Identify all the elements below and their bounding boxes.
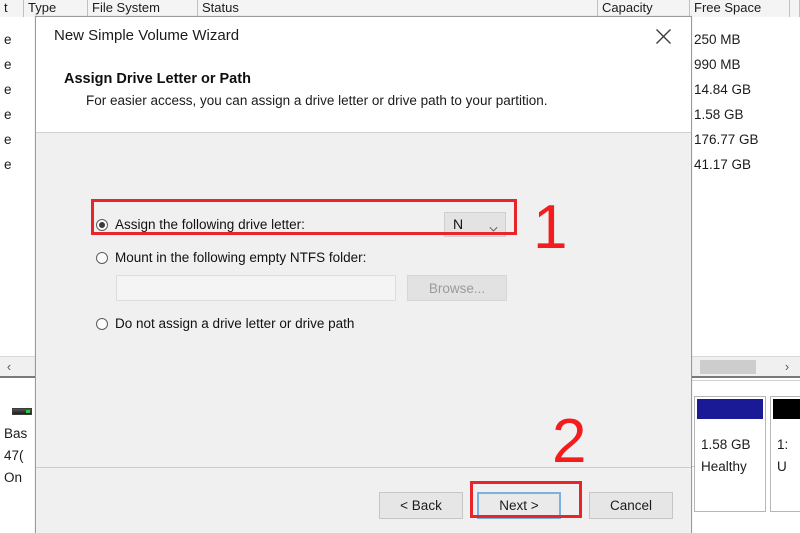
drive-letter-value: N [453, 216, 464, 232]
dialog-title: New Simple Volume Wizard [54, 27, 240, 44]
volume-free-space: 990 MB [694, 57, 741, 72]
mount-path-input[interactable] [116, 275, 396, 301]
browse-button[interactable]: Browse... [407, 275, 507, 301]
disk-drive-icon [12, 408, 32, 415]
column-header-status[interactable]: Status [198, 0, 598, 17]
scroll-right-arrow-icon[interactable]: › [778, 357, 796, 377]
partition-status: U [777, 459, 787, 474]
back-button[interactable]: < Back [379, 492, 463, 519]
dialog-footer: < Back Next > Cancel [36, 467, 691, 533]
volume-name: e [4, 57, 12, 72]
option-label: Mount in the following empty NTFS folder… [115, 250, 367, 265]
disk-info-rail[interactable]: Bas 47( On [0, 378, 38, 533]
column-header-file-system[interactable]: File System [88, 0, 198, 17]
dialog-body: Assign the following drive letter: N Mou… [36, 133, 691, 467]
close-button[interactable] [641, 17, 685, 55]
chevron-down-icon [489, 221, 498, 232]
disk-size-label: 47( [4, 448, 24, 463]
volume-name: e [4, 32, 12, 47]
partition-block[interactable]: 1.58 GB Healthy [694, 396, 766, 512]
partition-block[interactable]: 1: U [770, 396, 800, 512]
column-header-free-space[interactable]: Free Space [690, 0, 790, 17]
volume-name: e [4, 82, 12, 97]
radio-assign-drive-letter[interactable] [96, 219, 108, 231]
volume-name: e [4, 107, 12, 122]
screenshot-root: t Type File System Status Capacity Free … [0, 0, 800, 533]
radio-do-not-assign[interactable] [96, 318, 108, 330]
new-simple-volume-wizard-dialog: New Simple Volume Wizard Assign Drive Le… [35, 16, 692, 533]
next-button-label: Next > [499, 498, 539, 513]
partition-size: 1: [777, 437, 789, 452]
option-label: Do not assign a drive letter or drive pa… [115, 316, 355, 331]
volume-free-space: 176.77 GB [694, 132, 759, 147]
dialog-title-bar[interactable]: New Simple Volume Wizard [36, 17, 691, 55]
disk-type-label: Bas [4, 426, 28, 441]
close-icon [655, 28, 672, 45]
column-header-capacity[interactable]: Capacity [598, 0, 690, 17]
volume-name: e [4, 132, 12, 147]
column-header-name[interactable]: t [0, 0, 24, 17]
volume-free-space: 41.17 GB [694, 157, 752, 172]
volume-name: e [4, 157, 12, 172]
partition-size: 1.58 GB [701, 437, 751, 452]
volume-list-header: t Type File System Status Capacity Free … [0, 0, 800, 17]
volume-free-space: 1.58 GB [694, 107, 744, 122]
radio-mount-ntfs-folder[interactable] [96, 252, 108, 264]
partition-color-bar [773, 399, 800, 419]
column-header-type[interactable]: Type [24, 0, 88, 17]
next-button[interactable]: Next > [477, 492, 561, 519]
cancel-button[interactable]: Cancel [589, 492, 673, 519]
back-button-label: < Back [400, 498, 442, 513]
dialog-header: Assign Drive Letter or Path For easier a… [36, 55, 691, 132]
column-header-overflow[interactable] [790, 0, 800, 17]
partition-status: Healthy [701, 459, 747, 474]
page-subtitle: For easier access, you can assign a driv… [86, 93, 548, 108]
scrollbar-thumb[interactable] [700, 360, 756, 374]
page-title: Assign Drive Letter or Path [64, 71, 251, 87]
disk-status-label: On [4, 470, 23, 485]
volume-free-space: 250 MB [694, 32, 741, 47]
drive-letter-dropdown[interactable]: N [444, 212, 506, 237]
partition-color-bar [697, 399, 763, 419]
option-label: Assign the following drive letter: [115, 217, 305, 232]
cancel-button-label: Cancel [609, 498, 653, 513]
scroll-left-arrow-icon[interactable]: ‹ [0, 357, 18, 377]
volume-free-space: 14.84 GB [694, 82, 752, 97]
footer-divider [36, 467, 691, 468]
browse-button-label: Browse... [428, 280, 486, 296]
